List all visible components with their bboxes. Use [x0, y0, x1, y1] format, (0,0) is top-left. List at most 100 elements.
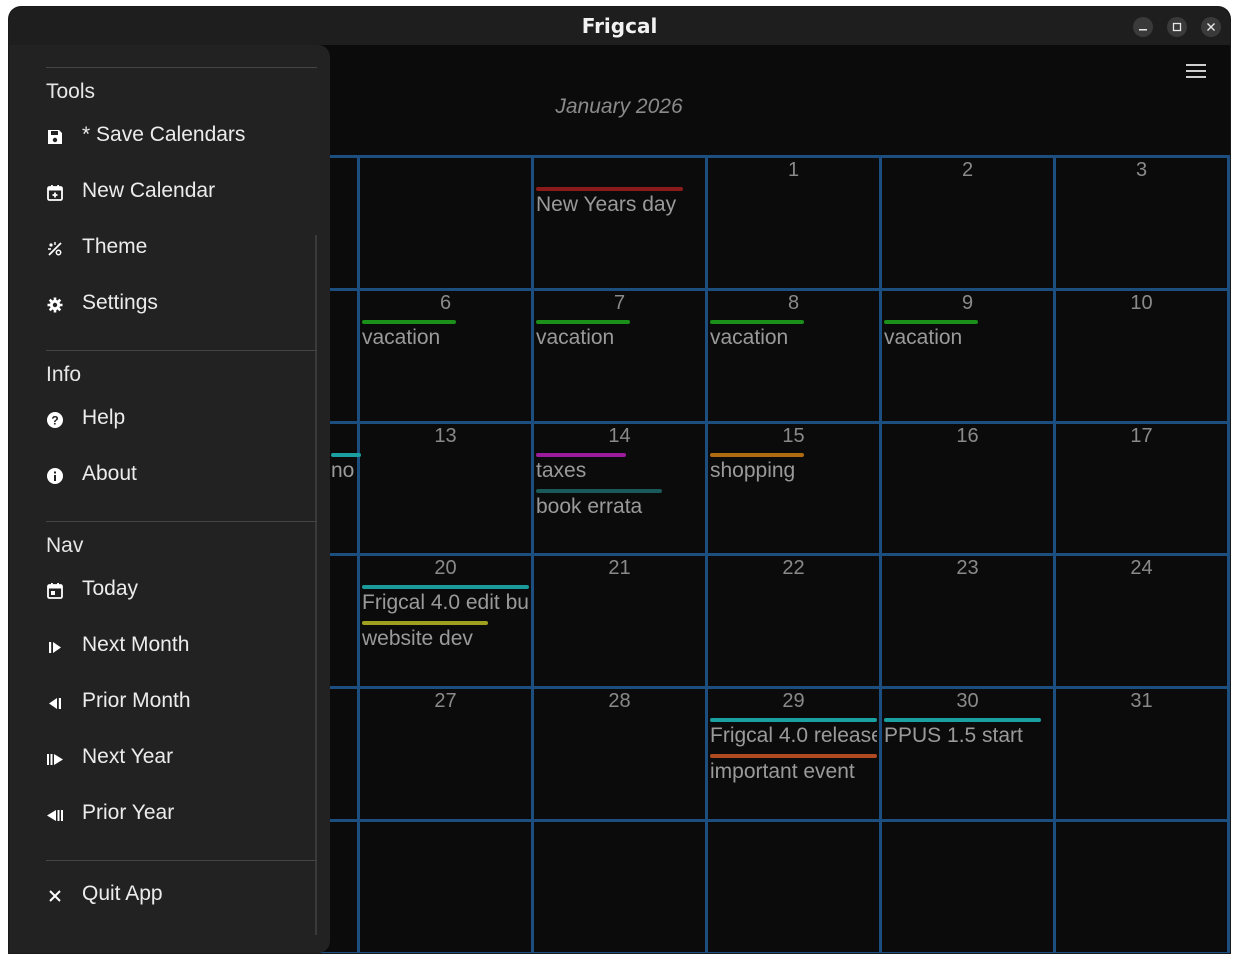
- calendar-event[interactable]: important event: [710, 754, 877, 784]
- theme-icon: [46, 240, 64, 258]
- day-number: 23: [956, 557, 979, 579]
- day-cell[interactable]: 8: [708, 291, 879, 421]
- calendar-event[interactable]: website dev: [362, 621, 529, 651]
- day-number: 7: [613, 292, 626, 314]
- day-cell[interactable]: 13: [360, 424, 531, 553]
- drawer-section-title: Nav: [46, 534, 84, 557]
- event-color-bar: [710, 320, 804, 324]
- day-cell[interactable]: [1056, 822, 1227, 952]
- title-bar[interactable]: Frigcal: [9, 7, 1230, 45]
- calendar-event[interactable]: vacation: [710, 320, 877, 350]
- calendar-today-icon: [46, 582, 64, 600]
- day-cell[interactable]: 28: [534, 689, 705, 819]
- navigation-drawer: Tools * Save Calendars New Calendar Theme Se…: [9, 45, 330, 953]
- event-color-bar: [331, 453, 361, 457]
- day-cell[interactable]: 16: [882, 424, 1053, 553]
- calendar-event[interactable]: vacation: [362, 320, 529, 350]
- day-cell[interactable]: 7: [534, 291, 705, 421]
- calendar-event[interactable]: shopping: [710, 453, 877, 483]
- drawer-item-save-calendars[interactable]: * Save Calendars: [46, 119, 317, 159]
- day-cell[interactable]: 30: [882, 689, 1053, 819]
- drawer-item-label: Prior Month: [82, 689, 191, 712]
- minimize-button[interactable]: [1133, 17, 1153, 37]
- day-cell[interactable]: 15: [708, 424, 879, 553]
- event-color-bar: [362, 320, 456, 324]
- day-cell[interactable]: 24: [1056, 556, 1227, 686]
- prior-year-icon: [46, 806, 64, 824]
- day-cell[interactable]: 27: [360, 689, 531, 819]
- day-cell[interactable]: [534, 158, 705, 288]
- close-icon: [1207, 23, 1215, 31]
- day-cell[interactable]: 31: [1056, 689, 1227, 819]
- drawer-section-title: Info: [46, 363, 82, 386]
- day-number: 1: [787, 159, 800, 181]
- event-label: no: [331, 459, 355, 482]
- calendar-event[interactable]: no: [331, 453, 361, 483]
- drawer-item-next-month[interactable]: Next Month: [46, 629, 317, 669]
- drawer-item-help[interactable]: ? Help: [46, 402, 317, 442]
- drawer-item-label: Help: [82, 406, 126, 429]
- drawer-item-today[interactable]: Today: [46, 573, 317, 613]
- next-month-icon: [46, 638, 64, 656]
- event-label: website dev: [362, 627, 473, 650]
- drawer-item-label: Next Year: [82, 745, 174, 768]
- event-color-bar: [710, 718, 877, 722]
- maximize-button[interactable]: [1167, 17, 1187, 37]
- day-cell[interactable]: [360, 822, 531, 952]
- drawer-item-about[interactable]: About: [46, 458, 317, 498]
- day-number: 3: [1135, 159, 1148, 181]
- day-cell[interactable]: [882, 822, 1053, 952]
- day-number: 31: [1130, 690, 1153, 712]
- day-cell[interactable]: 22: [708, 556, 879, 686]
- grid-column-line: [1227, 155, 1230, 953]
- gear-icon: [46, 296, 64, 314]
- event-color-bar: [710, 453, 804, 457]
- day-cell[interactable]: 1: [708, 158, 879, 288]
- drawer-item-label: About: [82, 462, 137, 485]
- drawer-item-label: Prior Year: [82, 801, 175, 824]
- event-color-bar: [884, 320, 978, 324]
- drawer-item-new-calendar[interactable]: New Calendar: [46, 175, 317, 215]
- calendar-event[interactable]: vacation: [884, 320, 1051, 350]
- day-cell[interactable]: [360, 158, 531, 288]
- close-window-button[interactable]: [1201, 17, 1221, 37]
- day-number: 20: [434, 557, 457, 579]
- drawer-item-prior-year[interactable]: Prior Year: [46, 797, 317, 837]
- day-cell[interactable]: 10: [1056, 291, 1227, 421]
- day-cell[interactable]: 17: [1056, 424, 1227, 553]
- drawer-item-prior-month[interactable]: Prior Month: [46, 685, 317, 725]
- calendar-event[interactable]: book errata: [536, 489, 703, 519]
- drawer-item-next-year[interactable]: Next Year: [46, 741, 317, 781]
- calendar-event[interactable]: PPUS 1.5 start: [884, 718, 1051, 748]
- day-cell[interactable]: 9: [882, 291, 1053, 421]
- calendar-event[interactable]: New Years day: [536, 187, 703, 217]
- calendar-event[interactable]: taxes: [536, 453, 703, 483]
- drawer-item-theme[interactable]: Theme: [46, 231, 317, 271]
- event-color-bar: [536, 320, 630, 324]
- calendar-event[interactable]: vacation: [536, 320, 703, 350]
- day-cell[interactable]: 23: [882, 556, 1053, 686]
- help-icon: ?: [46, 411, 64, 429]
- event-label: PPUS 1.5 start: [884, 724, 1023, 747]
- svg-text:?: ?: [51, 414, 58, 428]
- calendar-event[interactable]: Frigcal 4.0 release: [710, 718, 877, 748]
- day-cell[interactable]: 6: [360, 291, 531, 421]
- day-cell[interactable]: [708, 822, 879, 952]
- day-cell[interactable]: 21: [534, 556, 705, 686]
- prior-month-icon: [46, 694, 64, 712]
- day-cell[interactable]: 3: [1056, 158, 1227, 288]
- day-cell[interactable]: 2: [882, 158, 1053, 288]
- drawer-item-settings[interactable]: Settings: [46, 287, 317, 327]
- day-number: 28: [608, 690, 631, 712]
- quit-app-button[interactable]: Quit App: [46, 878, 317, 918]
- maximize-icon: [1172, 22, 1182, 32]
- calendar-plus-icon: [46, 184, 64, 202]
- drawer-item-label: Settings: [82, 291, 158, 314]
- day-cell[interactable]: [534, 822, 705, 952]
- save-icon: [46, 128, 64, 146]
- event-label: vacation: [710, 326, 789, 349]
- calendar-event[interactable]: Frigcal 4.0 edit bu: [362, 585, 529, 615]
- day-number: 14: [608, 425, 631, 447]
- day-number: 9: [961, 292, 974, 314]
- menu-icon[interactable]: [1186, 64, 1206, 80]
